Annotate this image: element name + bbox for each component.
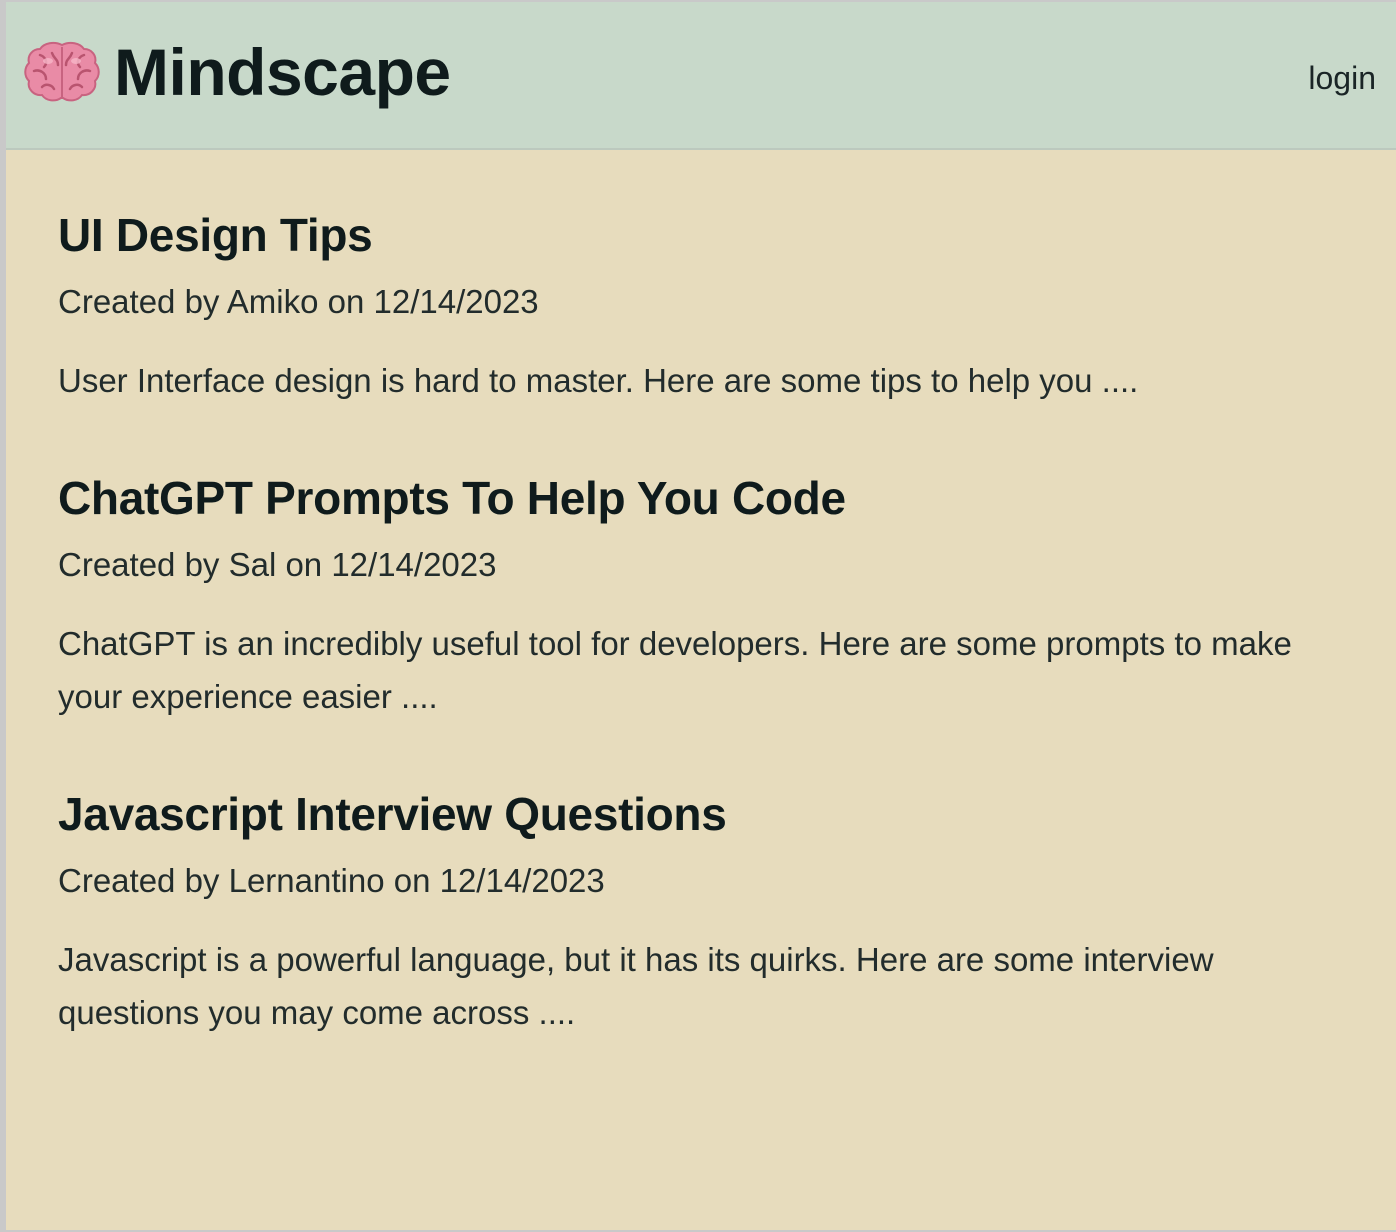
post-list: UI Design Tips Created by Amiko on 12/14…	[58, 207, 1358, 1039]
app-title: Mindscape	[114, 35, 451, 109]
post-meta: Created by Sal on 12/14/2023	[58, 546, 497, 583]
site-header: Mindscape login	[6, 2, 1396, 150]
post-card[interactable]: UI Design Tips Created by Amiko on 12/14…	[58, 207, 1358, 407]
post-meta: Created by Lernantino on 12/14/2023	[58, 862, 605, 899]
page-frame: Mindscape login UI Design Tips Created b…	[6, 2, 1396, 1230]
post-excerpt: ChatGPT is an incredibly useful tool for…	[58, 625, 1292, 715]
post-title[interactable]: Javascript Interview Questions	[58, 786, 1358, 842]
post-card[interactable]: Javascript Interview Questions Created b…	[58, 786, 1358, 1039]
post-title[interactable]: ChatGPT Prompts To Help You Code	[58, 470, 1358, 526]
brain-icon	[24, 41, 100, 102]
brand[interactable]: Mindscape	[24, 32, 451, 112]
post-title[interactable]: UI Design Tips	[58, 207, 1358, 263]
post-excerpt: User Interface design is hard to master.…	[58, 362, 1139, 399]
post-card[interactable]: ChatGPT Prompts To Help You Code Created…	[58, 470, 1358, 723]
login-link[interactable]: login	[1308, 58, 1376, 98]
post-excerpt: Javascript is a powerful language, but i…	[58, 941, 1214, 1031]
post-meta: Created by Amiko on 12/14/2023	[58, 283, 539, 320]
